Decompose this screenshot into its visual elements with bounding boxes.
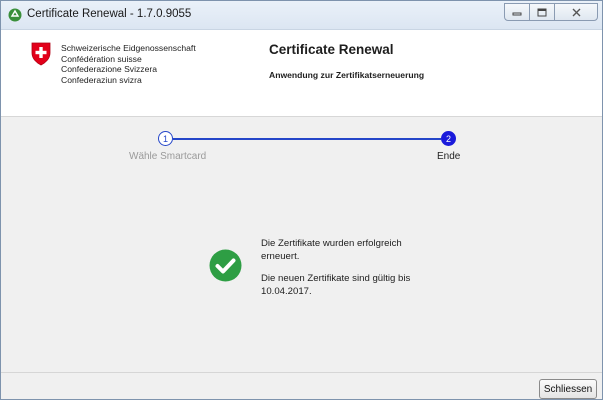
confederation-names: Schweizerische Eidgenossenschaft Confédé…	[61, 43, 196, 85]
window-title: Certificate Renewal - 1.7.0.9055	[27, 8, 192, 20]
maximize-icon	[537, 8, 547, 16]
app-window: Certificate Renewal - 1.7.0.9055 Schweiz…	[0, 0, 603, 400]
minimize-icon	[512, 12, 522, 16]
minimize-button[interactable]	[504, 3, 530, 21]
close-button[interactable]: Schliessen	[539, 379, 597, 399]
check-circle-icon	[209, 249, 242, 282]
app-title: Certificate Renewal	[269, 42, 394, 57]
step-1-label: Wähle Smartcard	[129, 151, 207, 162]
header-banner: Schweizerische Eidgenossenschaft Confédé…	[1, 30, 602, 117]
footer-divider	[1, 372, 602, 373]
swiss-shield-icon	[31, 42, 51, 66]
confederation-line-it: Confederazione Svizzera	[61, 64, 158, 74]
close-icon	[572, 8, 580, 16]
maximize-button[interactable]	[529, 3, 555, 21]
confederation-line-de: Schweizerische Eidgenossenschaft	[61, 43, 196, 53]
confederation-line-fr: Confédération suisse	[61, 53, 142, 64]
step-2-label: Ende	[437, 151, 461, 162]
confederation-line-rm: Confederaziun svizra	[61, 74, 142, 85]
window-controls	[504, 3, 598, 21]
close-window-button[interactable]	[554, 3, 598, 21]
success-message: Die Zertifikate wurden erfolgreich erneu…	[261, 238, 402, 262]
recycle-icon	[8, 8, 22, 22]
step-progress-line	[173, 138, 441, 140]
title-bar[interactable]: Certificate Renewal - 1.7.0.9055	[1, 1, 602, 30]
step-1-indicator: 1	[158, 131, 173, 146]
validity-message: Die neuen Zertifikate sind gültig bis 10…	[261, 273, 411, 297]
step-2-indicator: 2	[441, 131, 456, 146]
app-subtitle: Anwendung zur Zertifikatserneuerung	[269, 70, 425, 80]
